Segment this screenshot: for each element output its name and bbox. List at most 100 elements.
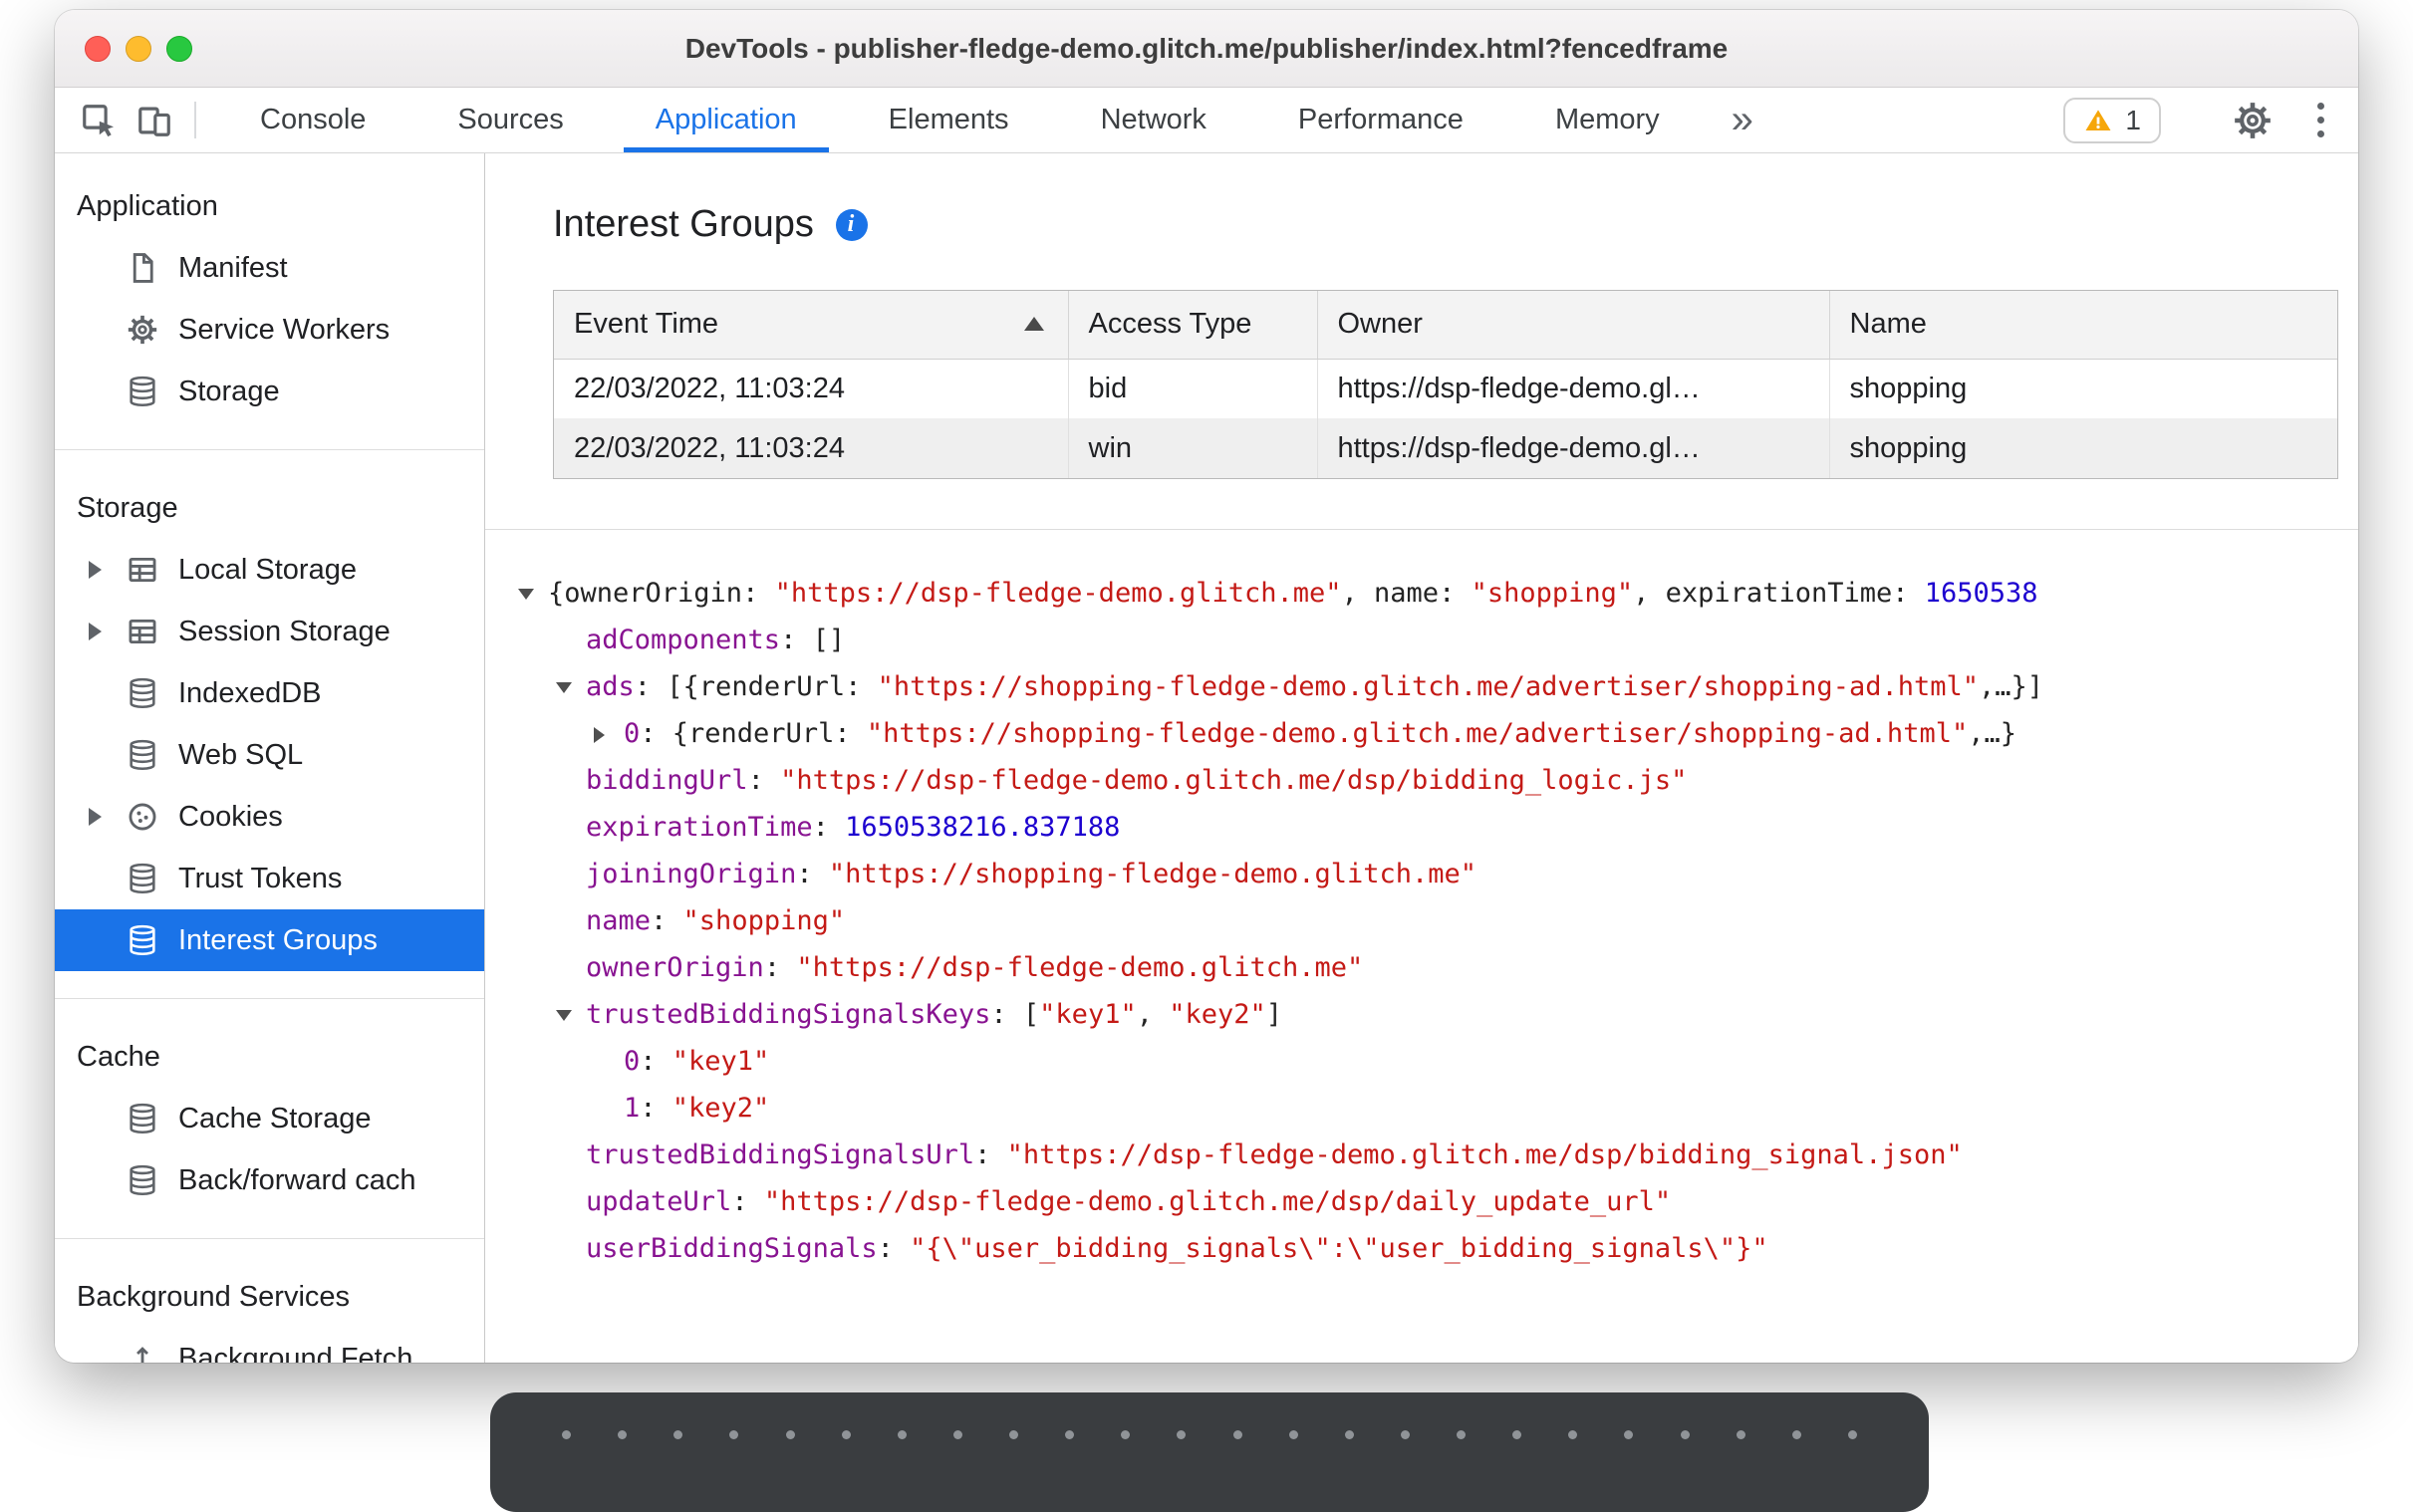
sidebar-item-storage[interactable]: Storage xyxy=(55,361,484,422)
inspect-cursor-icon[interactable] xyxy=(71,88,127,152)
sidebar-item-web-sql[interactable]: Web SQL xyxy=(55,724,484,786)
tree-line[interactable]: 0: {renderUrl: "https://shopping-fledge-… xyxy=(518,710,2358,757)
more-tabs-button[interactable]: » xyxy=(1706,88,1779,152)
interest-groups-panel: Interest Groups Event Time Access Type Own… xyxy=(485,153,2358,1363)
panel-header: Interest Groups xyxy=(553,203,2358,246)
interest-group-row[interactable]: 22/03/2022, 11:03:24 win https://dsp-fledg… xyxy=(554,418,2337,478)
sidebar-item-manifest[interactable]: Manifest xyxy=(55,237,484,299)
sidebar-item-session-storage[interactable]: Session Storage xyxy=(55,601,484,662)
tree-line[interactable]: 1: "key2" xyxy=(518,1085,2358,1132)
tree-line[interactable]: trustedBiddingSignalsKeys: ["key1", "key… xyxy=(518,991,2358,1038)
token-key: trustedBiddingSignalsKeys xyxy=(586,999,991,1030)
column-header-event-time[interactable]: Event Time xyxy=(554,291,1069,360)
tab-memory[interactable]: Memory xyxy=(1509,88,1706,152)
issues-badge[interactable]: 1 xyxy=(2063,97,2161,143)
column-header-owner[interactable]: Owner xyxy=(1317,291,1830,360)
cell-access-type: win xyxy=(1068,418,1318,478)
sidebar-section-title-application: Application xyxy=(77,189,218,222)
token-plain: ] xyxy=(1265,999,1283,1030)
sidebar-item-label: Cache Storage xyxy=(178,1102,372,1134)
dock-dot xyxy=(1791,1430,1801,1439)
tree-line[interactable]: userBiddingSignals: "{\"user_bidding_sig… xyxy=(518,1225,2358,1272)
column-header-label: Name xyxy=(1849,308,1927,341)
sidebar-item-cookies[interactable]: Cookies xyxy=(55,786,484,848)
collapse-arrow-icon[interactable] xyxy=(518,570,548,617)
collapse-arrow-icon[interactable] xyxy=(556,663,586,710)
traffic-lights xyxy=(85,36,192,62)
tree-line[interactable]: joiningOrigin: "https://shopping-fledge-… xyxy=(518,851,2358,897)
column-header-access-type[interactable]: Access Type xyxy=(1068,291,1318,360)
token-plain: : xyxy=(640,1046,672,1077)
sidebar-item-label: Session Storage xyxy=(178,615,391,647)
device-toolbar-icon[interactable] xyxy=(127,88,182,152)
expand-chevron-icon[interactable] xyxy=(89,808,125,826)
tab-application[interactable]: Application xyxy=(610,88,843,152)
sidebar-item-interest-groups[interactable]: Interest Groups xyxy=(55,909,484,971)
dock-dot xyxy=(1680,1430,1690,1439)
sidebar-item-local-storage[interactable]: Local Storage xyxy=(55,539,484,601)
cell-event-time: 22/03/2022, 11:03:24 xyxy=(554,418,1069,478)
token-str: "https://dsp-fledge-demo.glitch.me/dsp/b… xyxy=(780,765,1688,796)
info-icon[interactable] xyxy=(835,208,868,241)
more-options-icon[interactable] xyxy=(2298,103,2342,137)
tree-line[interactable]: biddingUrl: "https://dsp-fledge-demo.gli… xyxy=(518,757,2358,804)
token-key: ownerOrigin xyxy=(586,952,764,983)
interest-group-row[interactable]: 22/03/2022, 11:03:24 bid https://dsp-fledg… xyxy=(554,359,2337,418)
tree-line[interactable]: ads: [{renderUrl: "https://shopping-fled… xyxy=(518,663,2358,710)
database-icon xyxy=(125,861,160,896)
database-icon xyxy=(125,675,160,711)
token-plain: : [ xyxy=(990,999,1040,1030)
expand-chevron-icon[interactable] xyxy=(89,561,125,579)
zoom-window-button[interactable] xyxy=(166,36,192,62)
expand-arrow-icon[interactable] xyxy=(594,710,624,757)
token-str: "shopping" xyxy=(682,905,846,936)
sidebar-item-indexeddb[interactable]: IndexedDB xyxy=(55,662,484,724)
token-str: "https://shopping-fledge-demo.glitch.me/… xyxy=(877,671,1979,702)
collapse-arrow-icon[interactable] xyxy=(556,991,586,1038)
expand-chevron-icon[interactable] xyxy=(89,623,125,640)
dock-dot xyxy=(562,1430,571,1439)
token-plain: : xyxy=(747,765,781,796)
sidebar-item-background-fetch[interactable]: Background Fetch xyxy=(55,1328,484,1363)
cell-owner: https://dsp-fledge-demo.gl… xyxy=(1317,359,1830,418)
tree-line[interactable]: name: "shopping" xyxy=(518,897,2358,944)
sidebar-section-title-cache: Cache xyxy=(77,1040,160,1073)
token-plain: : [{renderUrl: xyxy=(634,671,878,702)
token-plain: , name: xyxy=(1341,578,1472,609)
close-window-button[interactable] xyxy=(85,36,111,62)
settings-gear-icon[interactable] xyxy=(2227,100,2279,141)
tree-line[interactable]: ownerOrigin: "https://dsp-fledge-demo.gl… xyxy=(518,944,2358,991)
tree-line[interactable]: 0: "key1" xyxy=(518,1038,2358,1085)
cell-name: shopping xyxy=(1829,418,2337,478)
sidebar-item-label: Interest Groups xyxy=(178,923,378,956)
tree-line[interactable]: adComponents: [] xyxy=(518,617,2358,663)
token-str: "key2" xyxy=(671,1093,770,1124)
token-key: adComponents xyxy=(586,625,781,655)
tree-line[interactable]: trustedBiddingSignalsUrl: "https://dsp-f… xyxy=(518,1132,2358,1178)
sidebar-item-cache-storage[interactable]: Cache Storage xyxy=(55,1088,484,1149)
warning-triangle-icon xyxy=(2085,109,2111,130)
tab-elements[interactable]: Elements xyxy=(843,88,1055,152)
tab-network[interactable]: Network xyxy=(1055,88,1252,152)
toolbar-divider xyxy=(194,102,196,138)
tree-line[interactable]: {ownerOrigin: "https://dsp-fledge-demo.g… xyxy=(518,570,2358,617)
tab-sources[interactable]: Sources xyxy=(411,88,609,152)
sidebar-item-label: Storage xyxy=(178,375,280,407)
minimize-window-button[interactable] xyxy=(126,36,151,62)
token-str: "key1" xyxy=(1039,999,1137,1030)
tab-performance[interactable]: Performance xyxy=(1252,88,1509,152)
column-header-name[interactable]: Name xyxy=(1829,291,2337,360)
sidebar-item-back-forward-cach[interactable]: Back/forward cach xyxy=(55,1149,484,1211)
sidebar-item-label: IndexedDB xyxy=(178,676,322,709)
tree-line[interactable]: updateUrl: "https://dsp-fledge-demo.glit… xyxy=(518,1178,2358,1225)
sidebar-item-trust-tokens[interactable]: Trust Tokens xyxy=(55,848,484,909)
token-num: 1650538 xyxy=(1924,578,2038,609)
token-str: "https://dsp-fledge-demo.glitch.me" xyxy=(796,952,1364,983)
token-key: trustedBiddingSignalsUrl xyxy=(586,1139,975,1170)
dock-dot xyxy=(618,1430,628,1439)
sidebar-item-service-workers[interactable]: Service Workers xyxy=(55,299,484,361)
token-plain: {ownerOrigin: xyxy=(548,578,775,609)
tab-console[interactable]: Console xyxy=(214,88,411,152)
tree-line[interactable]: expirationTime: 1650538216.837188 xyxy=(518,804,2358,851)
interest-group-details-tree: {ownerOrigin: "https://dsp-fledge-demo.g… xyxy=(518,570,2358,1272)
